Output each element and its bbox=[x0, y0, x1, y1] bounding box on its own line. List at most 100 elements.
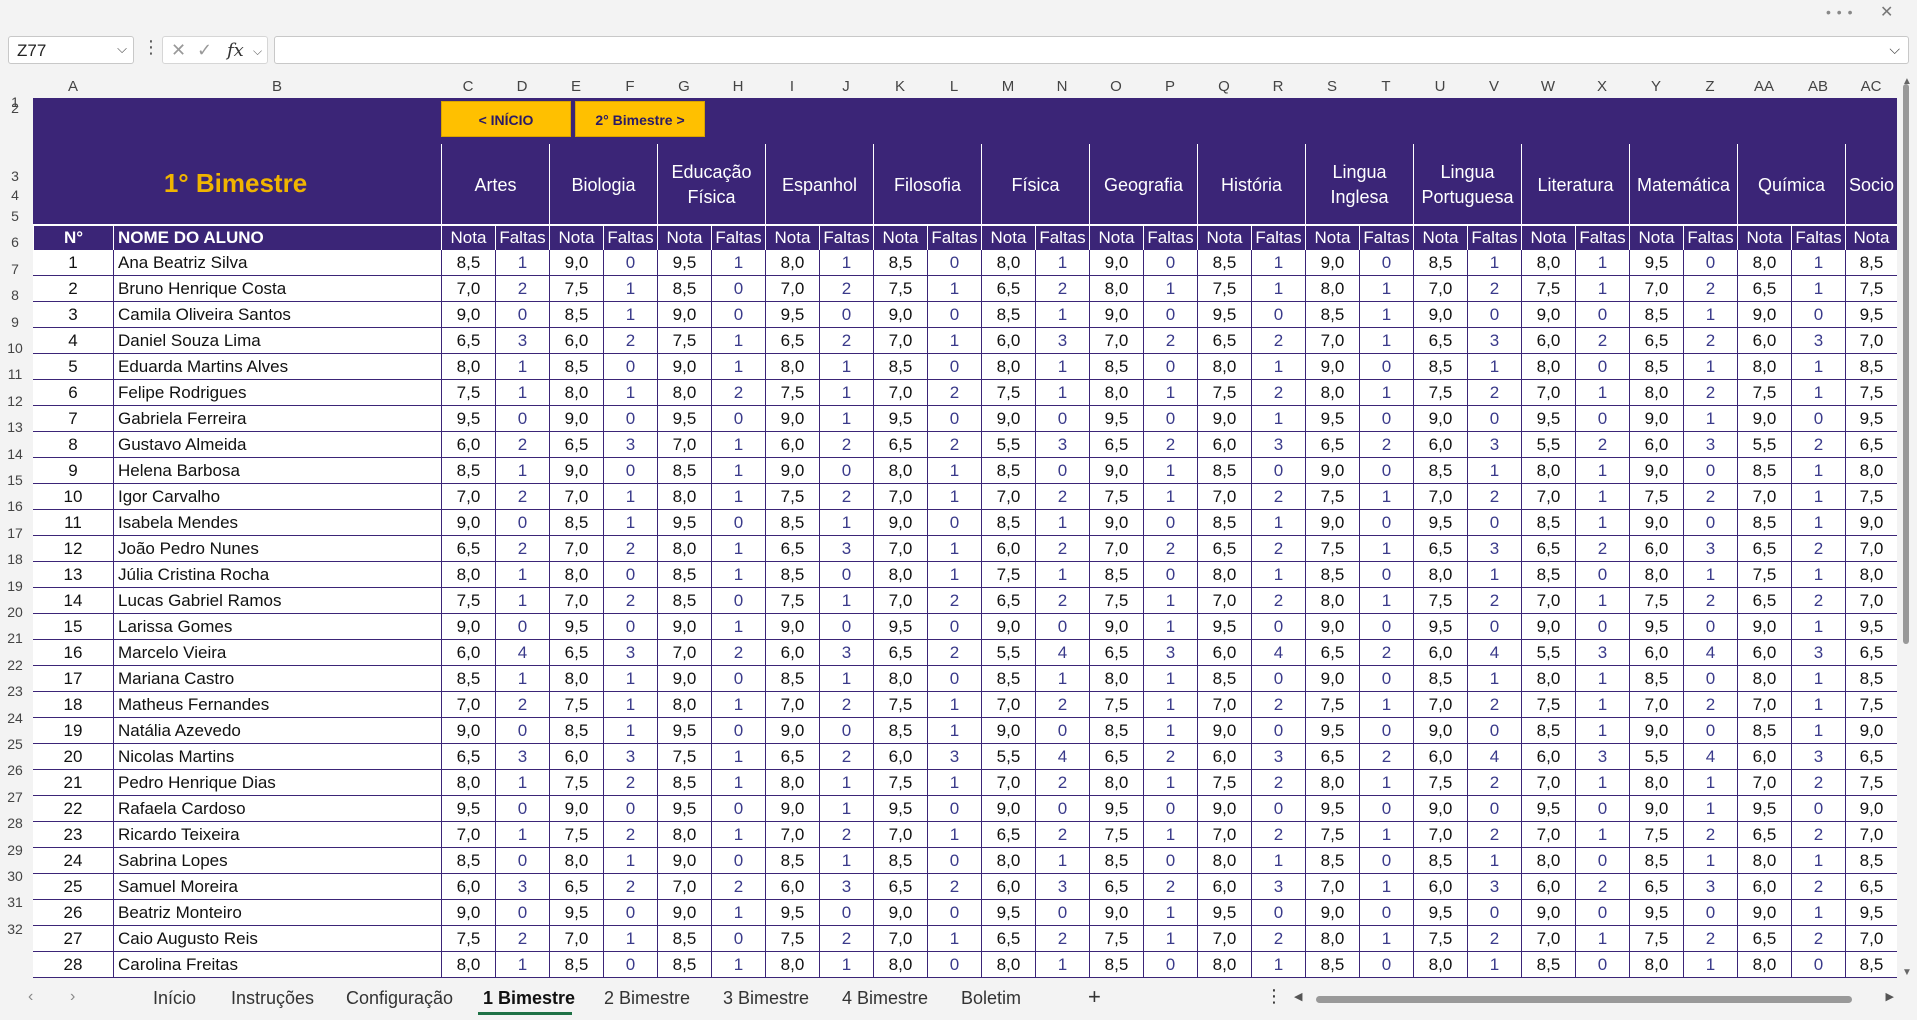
absence-cell[interactable]: 0 bbox=[711, 666, 765, 691]
grade-cell[interactable]: 6,5 bbox=[1089, 744, 1143, 769]
grade-cell[interactable]: 6,5 bbox=[1089, 432, 1143, 457]
student-number[interactable]: 27 bbox=[33, 926, 113, 951]
grade-cell[interactable]: 8,5 bbox=[765, 510, 819, 535]
grade-cell[interactable]: 9,0 bbox=[1305, 458, 1359, 483]
absence-cell[interactable]: 1 bbox=[1359, 276, 1413, 301]
column-header-h[interactable]: H bbox=[711, 76, 765, 98]
grade-cell[interactable]: 6,5 bbox=[441, 744, 495, 769]
absence-cell[interactable]: 2 bbox=[603, 588, 657, 613]
grade-cell[interactable]: 8,0 bbox=[657, 536, 711, 561]
column-header-v[interactable]: V bbox=[1467, 76, 1521, 98]
grade-cell[interactable]: 7,0 bbox=[873, 484, 927, 509]
tab-next-icon[interactable]: › bbox=[70, 988, 75, 1006]
absence-cell[interactable]: 1 bbox=[1359, 822, 1413, 847]
row-header-28[interactable]: 28 bbox=[0, 815, 30, 831]
grade-cell[interactable]: 8,0 bbox=[1629, 380, 1683, 405]
grade-cell[interactable]: 8,0 bbox=[1521, 354, 1575, 379]
grade-cell[interactable]: 7,0 bbox=[549, 536, 603, 561]
student-number[interactable]: 8 bbox=[33, 432, 113, 457]
grade-cell[interactable]: 6,0 bbox=[1413, 640, 1467, 665]
absence-cell[interactable]: 0 bbox=[1575, 406, 1629, 431]
student-number[interactable]: 10 bbox=[33, 484, 113, 509]
grade-cell[interactable]: 9,5 bbox=[1305, 796, 1359, 821]
grade-cell[interactable]: 7,0 bbox=[1197, 926, 1251, 951]
absence-cell[interactable]: 1 bbox=[1791, 614, 1845, 639]
absence-cell[interactable]: 2 bbox=[1575, 536, 1629, 561]
absence-cell[interactable]: 0 bbox=[1359, 510, 1413, 535]
check-icon[interactable]: ✓ bbox=[197, 40, 212, 61]
absence-cell[interactable]: 2 bbox=[603, 822, 657, 847]
absence-cell[interactable]: 1 bbox=[1791, 900, 1845, 925]
grade-cell[interactable]: 6,5 bbox=[1737, 536, 1791, 561]
grade-cell[interactable]: 8,0 bbox=[1737, 250, 1791, 275]
name-box[interactable]: Z77 ⌵ bbox=[8, 36, 134, 64]
student-name[interactable]: Marcelo Vieira bbox=[113, 640, 441, 665]
absence-cell[interactable]: 1 bbox=[1683, 952, 1737, 977]
vertical-dots-icon[interactable]: ⋮ bbox=[142, 37, 160, 58]
grade-cell[interactable]: 9,0 bbox=[1629, 510, 1683, 535]
absence-cell[interactable]: 2 bbox=[603, 770, 657, 795]
absence-cell[interactable]: 0 bbox=[1575, 302, 1629, 327]
absence-cell[interactable]: 3 bbox=[1251, 432, 1305, 457]
absence-cell[interactable]: 1 bbox=[495, 952, 549, 977]
absence-cell[interactable]: 3 bbox=[495, 744, 549, 769]
grade-cell[interactable]: 9,5 bbox=[1521, 796, 1575, 821]
grade-cell[interactable]: 9,0 bbox=[1413, 406, 1467, 431]
student-number[interactable]: 17 bbox=[33, 666, 113, 691]
grade-cell[interactable]: 8,0 bbox=[1197, 562, 1251, 587]
absence-cell[interactable]: 1 bbox=[1359, 588, 1413, 613]
absence-cell[interactable]: 1 bbox=[1791, 562, 1845, 587]
absence-cell[interactable]: 1 bbox=[1035, 562, 1089, 587]
column-header-w[interactable]: W bbox=[1521, 76, 1575, 98]
absence-cell[interactable]: 2 bbox=[1251, 380, 1305, 405]
absence-cell[interactable]: 0 bbox=[927, 900, 981, 925]
grade-cell[interactable]: 9,0 bbox=[1305, 614, 1359, 639]
grade-cell[interactable]: 9,0 bbox=[1413, 796, 1467, 821]
absence-cell[interactable]: 0 bbox=[1467, 614, 1521, 639]
absence-cell[interactable]: 0 bbox=[819, 458, 873, 483]
tab-2-bimestre[interactable]: 2 Bimestre bbox=[604, 988, 690, 1009]
absence-cell[interactable]: 0 bbox=[603, 900, 657, 925]
absence-cell[interactable]: 1 bbox=[1467, 562, 1521, 587]
grade-cell[interactable]: 9,0 bbox=[765, 614, 819, 639]
grade-cell[interactable]: 9,5 bbox=[1197, 614, 1251, 639]
grade-cell[interactable]: 7,0 bbox=[981, 692, 1035, 717]
grade-cell[interactable]: 7,0 bbox=[1845, 588, 1897, 613]
absence-cell[interactable]: 1 bbox=[711, 614, 765, 639]
absence-cell[interactable]: 2 bbox=[1791, 874, 1845, 899]
grade-cell[interactable]: 8,5 bbox=[1089, 718, 1143, 743]
absence-cell[interactable]: 2 bbox=[1035, 588, 1089, 613]
grade-cell[interactable]: 9,5 bbox=[549, 900, 603, 925]
student-name[interactable]: Igor Carvalho bbox=[113, 484, 441, 509]
grade-cell[interactable]: 9,0 bbox=[1089, 510, 1143, 535]
absence-cell[interactable]: 1 bbox=[927, 276, 981, 301]
absence-cell[interactable]: 0 bbox=[1035, 718, 1089, 743]
absence-cell[interactable]: 0 bbox=[1251, 666, 1305, 691]
absence-cell[interactable]: 1 bbox=[1575, 510, 1629, 535]
absence-cell[interactable]: 1 bbox=[1359, 536, 1413, 561]
absence-cell[interactable]: 0 bbox=[1683, 510, 1737, 535]
grade-cell[interactable]: 8,0 bbox=[1305, 276, 1359, 301]
grade-cell[interactable]: 9,0 bbox=[657, 354, 711, 379]
absence-cell[interactable]: 1 bbox=[1683, 796, 1737, 821]
absence-cell[interactable]: 1 bbox=[711, 458, 765, 483]
tab-prev-icon[interactable]: ‹ bbox=[28, 988, 33, 1006]
absence-cell[interactable]: 0 bbox=[1251, 900, 1305, 925]
grade-cell[interactable]: 8,5 bbox=[1305, 302, 1359, 327]
grade-cell[interactable]: 8,5 bbox=[1089, 562, 1143, 587]
grade-cell[interactable]: 9,0 bbox=[441, 302, 495, 327]
absence-cell[interactable]: 1 bbox=[1035, 354, 1089, 379]
absence-cell[interactable]: 0 bbox=[1359, 796, 1413, 821]
absence-cell[interactable]: 0 bbox=[1143, 354, 1197, 379]
grade-cell[interactable]: 6,5 bbox=[1737, 276, 1791, 301]
student-number[interactable]: 14 bbox=[33, 588, 113, 613]
row-header-17[interactable]: 17 bbox=[0, 525, 30, 541]
more-options-icon[interactable]: • • • bbox=[1826, 4, 1853, 20]
student-name[interactable]: Nicolas Martins bbox=[113, 744, 441, 769]
absence-cell[interactable]: 0 bbox=[603, 952, 657, 977]
absence-cell[interactable]: 4 bbox=[1035, 744, 1089, 769]
grade-cell[interactable]: 8,5 bbox=[441, 250, 495, 275]
row-header-32[interactable]: 32 bbox=[0, 921, 30, 937]
grade-cell[interactable]: 7,0 bbox=[1521, 926, 1575, 951]
row-header-18[interactable]: 18 bbox=[0, 551, 30, 567]
